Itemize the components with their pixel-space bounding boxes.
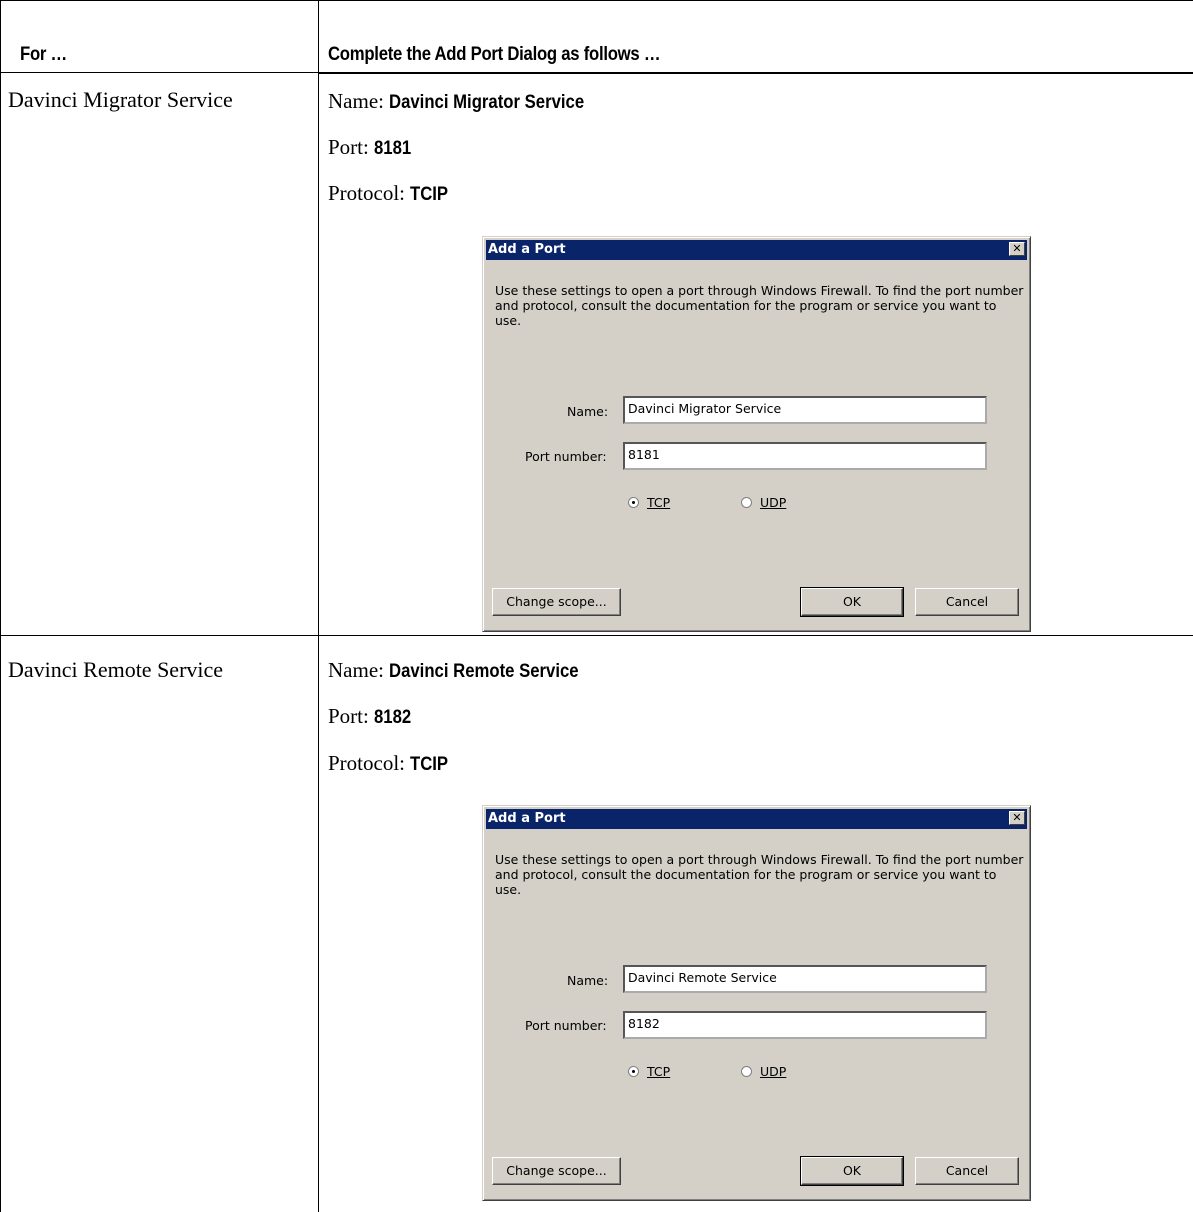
name-field-label: Name: xyxy=(567,973,609,988)
column-header-for: For … xyxy=(20,44,67,65)
service-name-cell: Davinci Migrator Service xyxy=(8,87,233,112)
add-port-dialog: Add a Port ✕ Use these settings to open … xyxy=(482,805,1031,1201)
column-header-instructions: Complete the Add Port Dialog as follows … xyxy=(328,44,661,65)
udp-radio[interactable]: UDP xyxy=(741,495,786,510)
tcp-radio[interactable]: TCP xyxy=(628,495,670,510)
protocol-instruction-label: Protocol: xyxy=(328,181,405,205)
udp-radio-label: UDP xyxy=(760,1064,787,1079)
dialog-description: Use these settings to open a port throug… xyxy=(495,283,1024,328)
port-number-label: Port number: xyxy=(525,449,607,464)
udp-radio[interactable]: UDP xyxy=(741,1064,786,1079)
radio-selected-icon xyxy=(628,1066,639,1077)
port-number-label: Port number: xyxy=(525,1018,607,1033)
radio-unselected-icon xyxy=(741,497,752,508)
radio-unselected-icon xyxy=(741,1066,752,1077)
ok-button[interactable]: OK xyxy=(800,1156,904,1186)
name-instruction-value: Davinci Remote Service xyxy=(389,661,579,682)
dialog-edge-mark xyxy=(1030,408,1031,438)
port-instruction-label: Port: xyxy=(328,135,369,159)
udp-radio-label: UDP xyxy=(760,495,787,510)
table-left-border xyxy=(0,0,1,1212)
dialog-title-bar: Add a Port ✕ xyxy=(486,240,1027,260)
header-underline xyxy=(0,72,318,73)
ok-button[interactable]: OK xyxy=(800,587,904,617)
name-instruction-value: Davinci Migrator Service xyxy=(389,92,585,113)
name-input[interactable]: Davinci Remote Service xyxy=(623,965,987,993)
dialog-title: Add a Port xyxy=(488,242,566,257)
port-instruction-value: 8182 xyxy=(374,707,412,728)
name-input[interactable]: Davinci Migrator Service xyxy=(623,396,987,424)
port-instruction: Port: 8181 xyxy=(328,135,416,160)
row-divider xyxy=(0,635,1193,636)
protocol-instruction-value: TCIP xyxy=(410,184,449,205)
tcp-radio-label: TCP xyxy=(647,495,671,510)
name-instruction-label: Name: xyxy=(328,89,384,113)
close-icon[interactable]: ✕ xyxy=(1009,811,1025,825)
protocol-instruction: Protocol: TCIP xyxy=(328,181,454,206)
protocol-instruction-label: Protocol: xyxy=(328,751,405,775)
name-instruction-label: Name: xyxy=(328,658,384,682)
close-icon[interactable]: ✕ xyxy=(1009,242,1025,256)
radio-selected-icon xyxy=(628,497,639,508)
dialog-title-bar: Add a Port ✕ xyxy=(486,809,1027,829)
name-field-label: Name: xyxy=(567,404,609,419)
cancel-button[interactable]: Cancel xyxy=(915,1157,1019,1185)
dialog-edge-mark xyxy=(1030,298,1031,304)
port-instruction-label: Port: xyxy=(328,704,369,728)
port-number-input[interactable]: 8181 xyxy=(623,442,987,470)
dialog-title: Add a Port xyxy=(488,811,566,826)
name-instruction: Name: Davinci Migrator Service xyxy=(328,89,611,114)
change-scope-button[interactable]: Change scope... xyxy=(492,1157,621,1185)
name-instruction: Name: Davinci Remote Service xyxy=(328,658,605,683)
table-top-border xyxy=(0,0,1193,1)
protocol-instruction: Protocol: TCIP xyxy=(328,751,454,776)
port-number-input[interactable]: 8182 xyxy=(623,1011,987,1039)
cancel-button[interactable]: Cancel xyxy=(915,588,1019,616)
add-port-dialog: Add a Port ✕ Use these settings to open … xyxy=(482,236,1031,632)
header-underline-thick xyxy=(318,72,1193,74)
protocol-instruction-value: TCIP xyxy=(410,754,449,775)
port-instruction-value: 8181 xyxy=(374,138,412,159)
tcp-radio[interactable]: TCP xyxy=(628,1064,670,1079)
port-instruction: Port: 8182 xyxy=(328,704,416,729)
tcp-radio-label: TCP xyxy=(647,1064,671,1079)
table-column-divider xyxy=(318,0,319,1212)
service-name-cell: Davinci Remote Service xyxy=(8,657,224,682)
change-scope-button[interactable]: Change scope... xyxy=(492,588,621,616)
dialog-description: Use these settings to open a port throug… xyxy=(495,852,1024,897)
